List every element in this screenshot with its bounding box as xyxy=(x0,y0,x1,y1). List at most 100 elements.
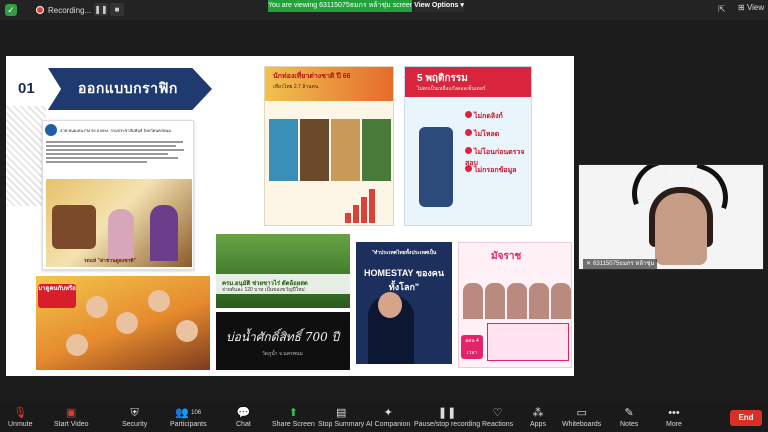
notes-button[interactable]: ✎ Notes xyxy=(620,406,638,428)
recording-label: Recording... xyxy=(48,5,92,15)
phone-illustration xyxy=(419,127,453,207)
shared-slide: 01 ออกแบบกราฟิก สวท.พนมเทน FM 99.5 MHz. … xyxy=(6,56,574,376)
participants-button[interactable]: 👥 106 Participants xyxy=(170,406,207,428)
homestay-quote: "ทำประเทศไทยทั้งประเทศเป็น xyxy=(371,250,437,256)
reactions-button[interactable]: ♡ Reactions xyxy=(482,406,513,428)
fb-image-caption: รถแห่ "ล่าชวนดูธงชาติ" xyxy=(84,258,137,264)
whiteboards-button[interactable]: ▭ Whiteboards xyxy=(562,406,601,428)
fraud-title: 5 พฤติกรรม xyxy=(417,73,468,84)
event-info-box xyxy=(487,323,569,361)
summary-icon: ▤ xyxy=(335,407,347,419)
end-meeting-button[interactable]: End xyxy=(730,410,762,426)
fraud-item: ไม่กดลิงก์ xyxy=(474,113,503,120)
temple-subtitle: วัดภูน้ำ จ.นครพนม xyxy=(262,351,303,357)
x-icon xyxy=(465,129,472,136)
section-number: 01 xyxy=(18,80,35,97)
facebook-post-card: สวท.พนมเทน FM 99.5 MHz. กรมประชาสัมพันธ์… xyxy=(42,120,194,270)
fraud-subtitle: ไม่ตกเป็นเหยื่อแก๊งคอลเซ็นเตอร์ xyxy=(417,86,486,92)
promo-tag: มาดูคนกับหรือ xyxy=(38,284,76,308)
pause-recording-icon[interactable]: ❚❚ xyxy=(94,3,108,16)
fb-page-name: สวท.พนมเทน FM 99.5 MHz. กรมประชาสัมพันธ์… xyxy=(60,127,171,133)
promo-collage-card: มาดูคนกับหรือ xyxy=(36,276,210,370)
sugarcane-card: ครม.อนุมัติ ช่วยชาวไร่ ตัดอ้อยสด จ่ายตัน… xyxy=(216,234,350,308)
sugarcane-subline: จ่ายตันละ 120 บาท เป็นของขวัญปีใหม่ xyxy=(222,287,305,293)
temple-card: บ่อน้ำศักดิ์สิทธิ์ 700 ปี วัดภูน้ำ จ.นคร… xyxy=(216,312,350,370)
share-screen-label: Share Screen xyxy=(272,421,315,428)
fb-post-image: รถแห่ "ล่าชวนดูธงชาติ" xyxy=(46,179,192,267)
apps-icon: ⁂ xyxy=(532,407,544,419)
notes-label: Notes xyxy=(620,421,639,428)
notes-icon: ✎ xyxy=(624,407,634,419)
fb-post-text xyxy=(43,141,193,163)
more-button[interactable]: ••• More xyxy=(666,406,682,428)
view-button[interactable]: ⊞ View xyxy=(738,3,764,12)
homestay-card: "ทำประเทศไทยทั้งประเทศเป็น HOMESTAY ของค… xyxy=(356,242,452,364)
section-title: ออกแบบกราฟิก xyxy=(78,80,178,96)
unmute-label: Unmute xyxy=(8,421,33,428)
participant-face xyxy=(655,193,707,265)
view-options-button[interactable]: View Options ▾ xyxy=(414,0,464,12)
meeting-toolbar: 🎙 Unmute ▣ Start Video ⛨ Security 👥 106 P… xyxy=(0,402,768,432)
chat-button[interactable]: 💬 Chat xyxy=(236,406,251,428)
apps-label: Apps xyxy=(530,421,546,428)
security-shield-icon[interactable]: ✓ xyxy=(5,4,17,16)
reactions-label: Reactions xyxy=(482,421,514,428)
tourism-bars xyxy=(345,187,385,223)
start-video-button[interactable]: ▣ Start Video xyxy=(54,406,89,428)
fullscreen-icon[interactable]: ⇱ xyxy=(718,4,726,15)
viewing-banner: You are viewing 63115075ธมกร หล้าชุ่ม sc… xyxy=(268,0,412,12)
unmute-button[interactable]: 🎙 Unmute xyxy=(8,406,33,428)
pause-stop-recording-button[interactable]: ❚❚ Pause/stop recording xyxy=(414,406,480,428)
security-label: Security xyxy=(122,421,148,428)
temple-title: บ่อน้ำศักดิ์สิทธิ์ 700 ปี xyxy=(226,330,340,344)
participant-video[interactable]: ✕ 63115075ธมกร หล้าชุ่ม xyxy=(578,164,764,270)
stop-recording-icon[interactable]: ■ xyxy=(110,3,124,16)
ai-sparkle-icon: ✦ xyxy=(383,407,393,419)
event-poster-card: มัจราช อ่อน 4 เวลา xyxy=(458,242,572,368)
reactions-icon: ♡ xyxy=(492,407,503,419)
more-label: More xyxy=(666,421,682,428)
tourism-title: นักท่องเที่ยวต่างชาติ ปี 66 xyxy=(273,73,351,80)
video-off-icon: ▣ xyxy=(66,407,77,419)
x-icon xyxy=(465,165,472,172)
fraud-item: ไม่กรอกข้อมูล xyxy=(474,167,517,174)
more-icon: ••• xyxy=(668,407,680,419)
view-label: View xyxy=(746,3,765,12)
shield-icon: ⛨ xyxy=(130,407,139,419)
share-screen-button[interactable]: ⬆ Share Screen xyxy=(272,406,315,428)
stop-summary-label: Stop Summary xyxy=(318,421,365,428)
chat-label: Chat xyxy=(236,421,251,428)
security-button[interactable]: ⛨ Security xyxy=(122,406,147,428)
ai-companion-label: AI Companion xyxy=(366,421,411,428)
fraud-infographic-card: 5 พฤติกรรม ไม่ตกเป็นเหยื่อแก๊งคอลเซ็นเตอ… xyxy=(404,66,532,226)
participant-count: 106 xyxy=(191,410,202,416)
share-screen-icon: ⬆ xyxy=(288,407,299,419)
tourism-infographic-card: นักท่องเที่ยวต่างชาติ ปี 66 เที่ยวไทย 2.… xyxy=(264,66,394,226)
top-bar: ✓ Recording... ❚❚ ■ You are viewing 6311… xyxy=(0,0,768,20)
mic-muted-icon: ✕ xyxy=(586,261,592,267)
x-icon xyxy=(465,147,472,154)
zoom-window: ✓ Recording... ❚❚ ■ You are viewing 6311… xyxy=(0,0,768,432)
whiteboard-icon: ▭ xyxy=(576,407,587,419)
apps-button[interactable]: ⁂ Apps xyxy=(530,406,546,428)
recording-dot-icon xyxy=(36,6,44,14)
stop-summary-button[interactable]: ▤ Stop Summary xyxy=(318,406,364,428)
start-video-label: Start Video xyxy=(54,421,89,428)
tourism-photos xyxy=(269,119,391,181)
fb-avatar xyxy=(45,124,57,136)
tourism-subtitle: เที่ยวไทย 2.7 ล้านคน xyxy=(273,84,319,90)
ai-companion-button[interactable]: ✦ AI Companion xyxy=(366,406,410,428)
participant-name-tag: ✕ 63115075ธมกร หล้าชุ่ม xyxy=(583,259,658,269)
view-options-label: View Options xyxy=(414,2,459,9)
fraud-item: ไม่โหลด xyxy=(474,131,500,138)
participants-label: Participants xyxy=(170,421,207,428)
recording-indicator: Recording... xyxy=(36,3,91,17)
fb-post-header: สวท.พนมเทน FM 99.5 MHz. กรมประชาสัมพันธ์… xyxy=(43,121,193,139)
participants-icon: 👥 106 xyxy=(175,407,202,419)
whiteboards-label: Whiteboards xyxy=(562,421,602,428)
x-icon xyxy=(465,111,472,118)
recording-icon: ❚❚ xyxy=(437,407,457,419)
pause-stop-recording-label: Pause/stop recording xyxy=(414,421,481,428)
event-badge: อ่อน 4 เวลา xyxy=(461,335,483,359)
decorative-stripes xyxy=(6,106,46,206)
